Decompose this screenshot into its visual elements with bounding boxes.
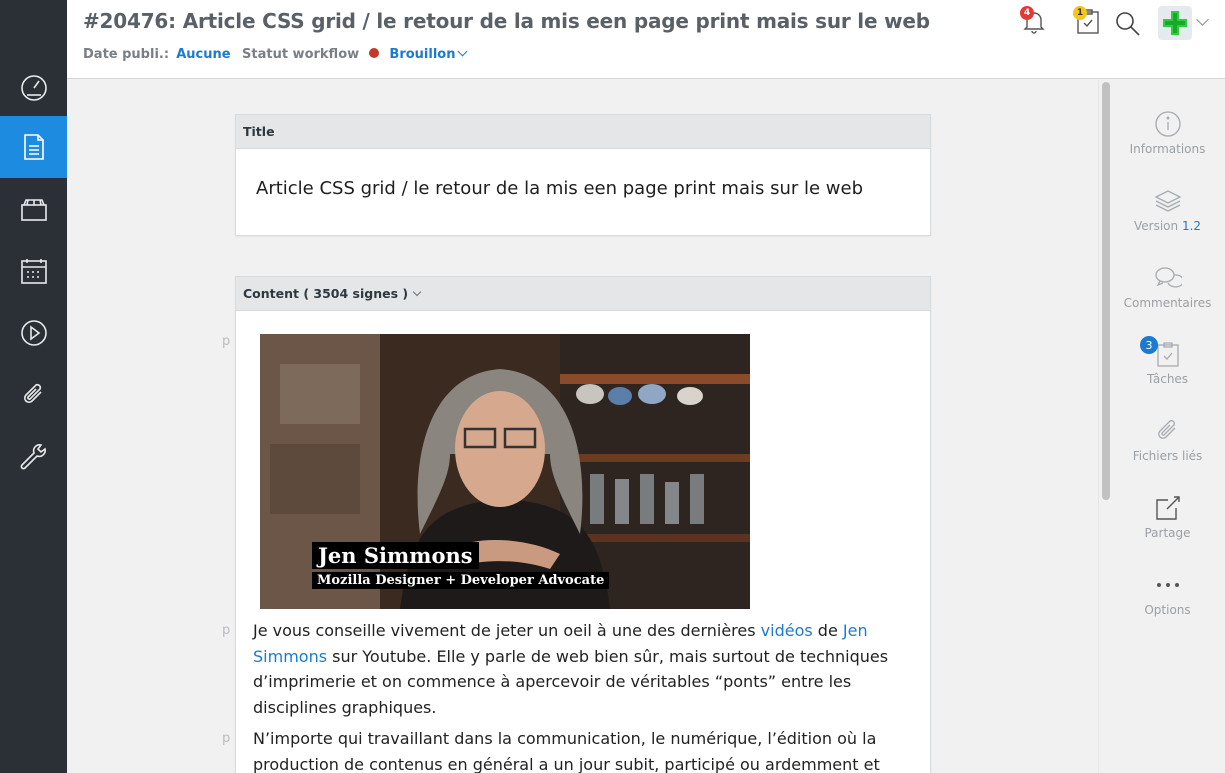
title-input[interactable]: Article CSS grid / le retour de la mis e… [236,149,930,228]
paragraph: N’importe qui travaillant dans la commun… [253,729,880,773]
nav-video[interactable] [0,302,67,364]
dashboard-icon [20,75,47,101]
workflow-label: Statut workflow [242,47,360,62]
version-label: Version 1.2 [1133,219,1202,233]
paragraph-marker: p [222,623,231,638]
title-card-header: Title [236,115,930,149]
search-icon [1116,12,1140,36]
chevron-down-icon [412,287,422,297]
calendar-icon [20,259,47,284]
workflow-status: Statut workflow Brouillon [242,46,468,62]
right-panel: Informations Version 1.2 Commentaires 3 … [1110,80,1225,773]
panel-version[interactable]: Version 1.2 [1110,187,1225,233]
content-editor[interactable]: p Jen Simmons Mozilla Designer + Develop… [222,312,930,773]
status-dot [369,48,380,58]
nav-calendar[interactable] [0,240,67,302]
nav-dashboard[interactable] [0,56,67,118]
header: #20476: Article CSS grid / le retour de … [67,0,1225,79]
page-title: #20476: Article CSS grid / le retour de … [83,9,930,33]
videos-link[interactable]: vidéos [761,621,813,640]
nav-settings[interactable] [0,426,67,488]
title-card: Title Article CSS grid / le retour de la… [235,114,931,236]
content-card: Content ( 3504 signes ) p Jen Simmons Mo… [222,276,931,773]
panel-comments[interactable]: Commentaires [1110,264,1225,310]
publish-date: Date publi.: Aucune [83,47,231,62]
taches-label: Tâches [1146,372,1189,386]
media-icon [20,199,47,221]
content-card-header[interactable]: Content ( 3504 signes ) [236,277,930,311]
panel-informations[interactable]: Informations [1110,110,1225,156]
nav-media[interactable] [0,178,67,240]
nav-articles[interactable] [0,116,67,178]
video-caption-role: Mozilla Designer + Developer Advocate [312,572,610,589]
share-icon [1155,496,1180,520]
paragraph-marker: p [222,334,231,349]
commentaires-label: Commentaires [1123,296,1212,310]
avatar[interactable] [1158,6,1192,40]
paperclip-icon [23,383,42,404]
partage-label: Partage [1144,526,1191,540]
paragraph: Je vous conseille vivement de jeter un o… [253,621,889,717]
notifications-badge: 4 [1020,6,1034,20]
scrollbar[interactable] [1098,80,1110,773]
chevron-down-icon[interactable] [1196,13,1209,26]
play-icon [20,320,47,346]
paperclip-icon [1157,420,1175,439]
chevron-down-icon [458,46,468,57]
content-card-label: Content ( 3504 signes ) [243,286,409,301]
video-thumbnail[interactable]: Jen Simmons Mozilla Designer + Developer… [260,334,750,609]
date-label: Date publi.: [83,47,170,62]
left-nav [0,0,67,773]
wrench-icon [20,444,46,470]
panel-share[interactable]: Partage [1110,494,1225,540]
fichiers-label: Fichiers liés [1132,449,1203,463]
comments-icon [1154,267,1182,288]
workflow-dropdown[interactable]: Brouillon [389,47,455,62]
search-button[interactable] [1114,10,1146,42]
panel-tasks[interactable]: 3 Tâches [1110,336,1225,386]
tasks-button[interactable]: 1 [1073,6,1106,39]
tasks-count-badge: 3 [1140,336,1158,354]
version-value: 1.2 [1181,219,1202,233]
notifications-button[interactable]: 4 [1020,6,1052,39]
nav-attachments[interactable] [0,364,67,426]
more-icon [1156,583,1179,587]
layers-icon [1154,190,1181,212]
article-icon [23,134,44,160]
user-avatar-icon [1163,11,1187,35]
date-value[interactable]: Aucune [176,47,230,62]
editor-area: Title Article CSS grid / le retour de la… [67,80,1098,773]
informations-label: Informations [1129,142,1206,156]
info-icon [1154,111,1181,137]
options-label: Options [1144,603,1191,617]
tasks-badge: 1 [1073,6,1087,20]
panel-files[interactable]: Fichiers liés [1110,417,1225,463]
video-caption-name: Jen Simmons [312,542,479,569]
paragraph-marker: p [222,731,231,746]
scrollbar-thumb[interactable] [1102,82,1110,500]
panel-options[interactable]: Options [1110,571,1225,617]
